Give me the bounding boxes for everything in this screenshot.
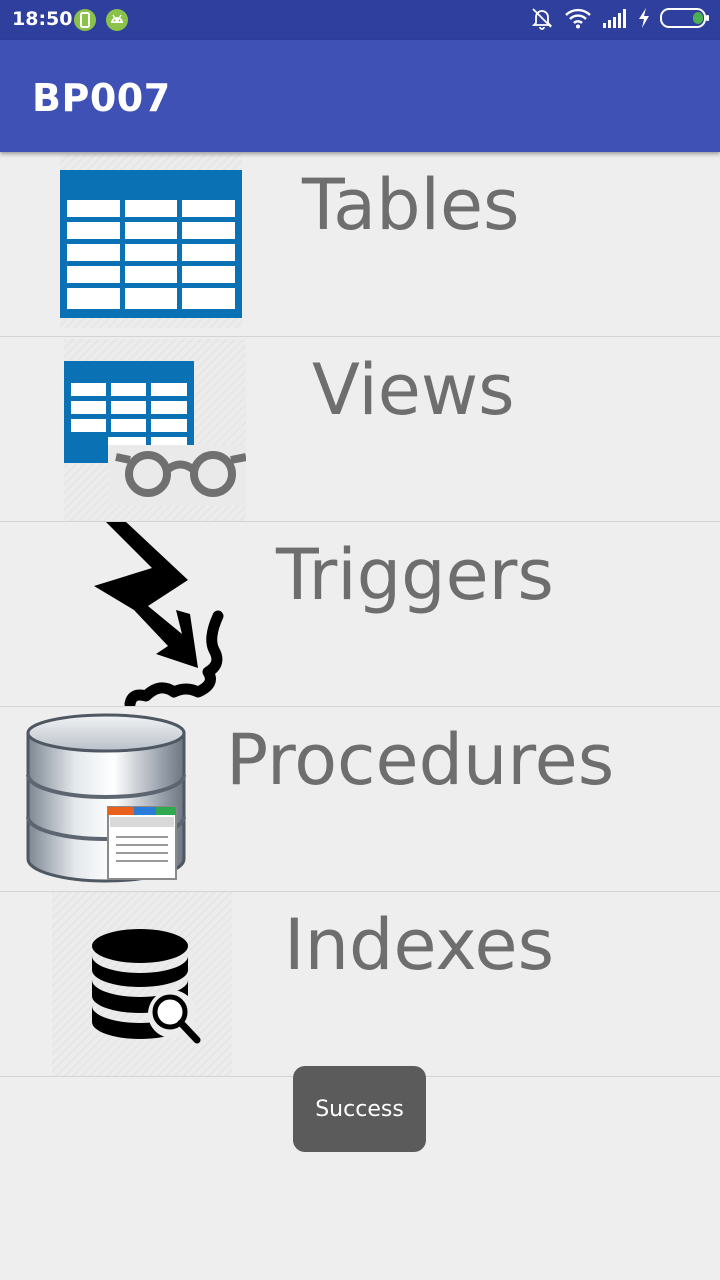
- menu-item-indexes[interactable]: Indexes: [0, 892, 720, 1077]
- menu-item-label: Triggers: [276, 534, 554, 616]
- menu-item-tables[interactable]: Tables: [0, 152, 720, 337]
- phone-notification-icon: [73, 8, 97, 32]
- database-procedure-icon: [24, 713, 188, 887]
- bell-off-icon: [530, 6, 554, 35]
- menu-item-label: Tables: [302, 164, 520, 246]
- app-bar: BP007: [0, 40, 720, 152]
- status-time: 18:50: [12, 8, 73, 30]
- menu-item-label: Views: [312, 349, 515, 431]
- charging-bolt-icon: [638, 7, 650, 34]
- menu-item-triggers[interactable]: Triggers: [0, 522, 720, 710]
- android-notification-icon: [105, 8, 129, 32]
- battery-icon: [660, 7, 710, 34]
- menu-item-label: Procedures: [226, 719, 615, 801]
- menu-item-views[interactable]: Views: [0, 337, 720, 522]
- database-search-icon: [52, 892, 232, 1076]
- table-icon: [60, 154, 242, 328]
- menu-list: Tables Views Triggers Procedures Indexes: [0, 152, 720, 1077]
- app-title: BP007: [32, 76, 171, 120]
- toast-text: Success: [315, 1096, 404, 1122]
- signal-icon: [602, 7, 628, 34]
- toast-message: Success: [293, 1066, 426, 1152]
- lightning-trigger-icon: [90, 522, 240, 710]
- view-table-glasses-icon: [64, 339, 247, 521]
- wifi-icon: [564, 6, 592, 35]
- menu-item-label: Indexes: [284, 904, 555, 986]
- menu-item-procedures[interactable]: Procedures: [0, 707, 720, 892]
- status-bar: 18:50: [0, 0, 720, 40]
